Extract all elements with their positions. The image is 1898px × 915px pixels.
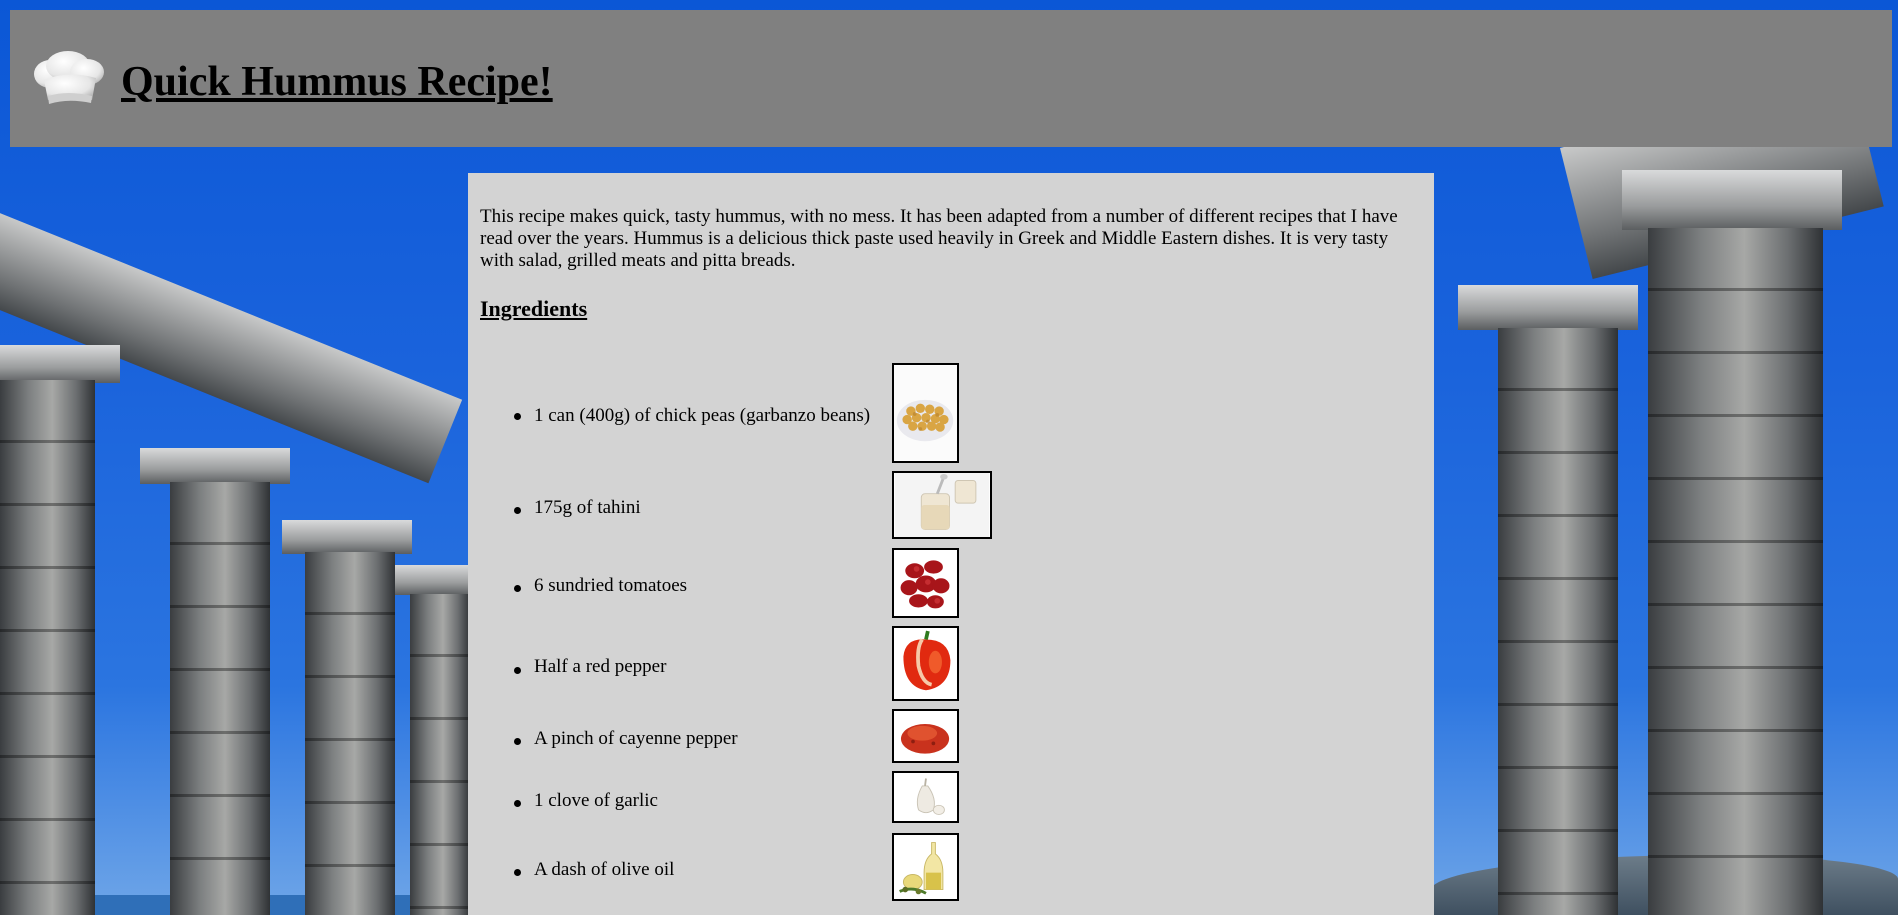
temple-column xyxy=(0,380,95,915)
recipe-panel: This recipe makes quick, tasty hummus, w… xyxy=(468,173,1434,915)
ingredients-list: 1 can (400g) of chick peas (garbanzo bea… xyxy=(468,173,1434,915)
garlic-photo-icon xyxy=(892,771,959,823)
column-capital xyxy=(0,345,120,383)
temple-column xyxy=(305,552,395,915)
bullet-icon xyxy=(514,869,521,876)
bullet-icon xyxy=(514,585,521,592)
ingredient-label: A dash of olive oil xyxy=(534,859,675,880)
sundried-tomatoes-photo-icon xyxy=(892,548,959,618)
bullet-icon xyxy=(514,738,521,745)
page-header: Quick Hummus Recipe! xyxy=(10,10,1892,147)
ingredient-label: 1 clove of garlic xyxy=(534,790,658,811)
bullet-icon xyxy=(514,667,521,674)
ingredient-label: 1 can (400g) of chick peas (garbanzo bea… xyxy=(534,405,871,426)
bullet-icon xyxy=(514,507,521,514)
column-capital xyxy=(282,520,412,554)
ingredient-label: A pinch of cayenne pepper xyxy=(534,728,738,749)
red-pepper-photo-icon xyxy=(892,626,959,701)
temple-column xyxy=(1498,328,1618,915)
temple-column xyxy=(170,482,270,915)
bullet-icon xyxy=(514,800,521,807)
ingredient-label: Half a red pepper xyxy=(534,656,667,677)
column-capital xyxy=(140,448,290,484)
chef-hat-icon xyxy=(34,51,104,104)
bullet-icon xyxy=(514,413,521,420)
temple-column xyxy=(410,594,470,915)
list-item: A dash of olive oil xyxy=(468,173,1068,901)
page-title: Quick Hummus Recipe! xyxy=(121,59,553,105)
temple-column xyxy=(1648,228,1823,915)
ingredient-label: 6 sundried tomatoes xyxy=(534,575,688,596)
cayenne-pepper-photo-icon xyxy=(892,709,959,763)
column-capital xyxy=(1458,285,1638,330)
ingredient-label: 175g of tahini xyxy=(534,497,641,518)
tahini-photo-icon xyxy=(892,471,992,539)
column-capital xyxy=(1622,170,1842,230)
olive-oil-photo-icon xyxy=(892,833,959,901)
chickpeas-photo-icon xyxy=(892,363,959,463)
column-capital xyxy=(395,565,475,595)
